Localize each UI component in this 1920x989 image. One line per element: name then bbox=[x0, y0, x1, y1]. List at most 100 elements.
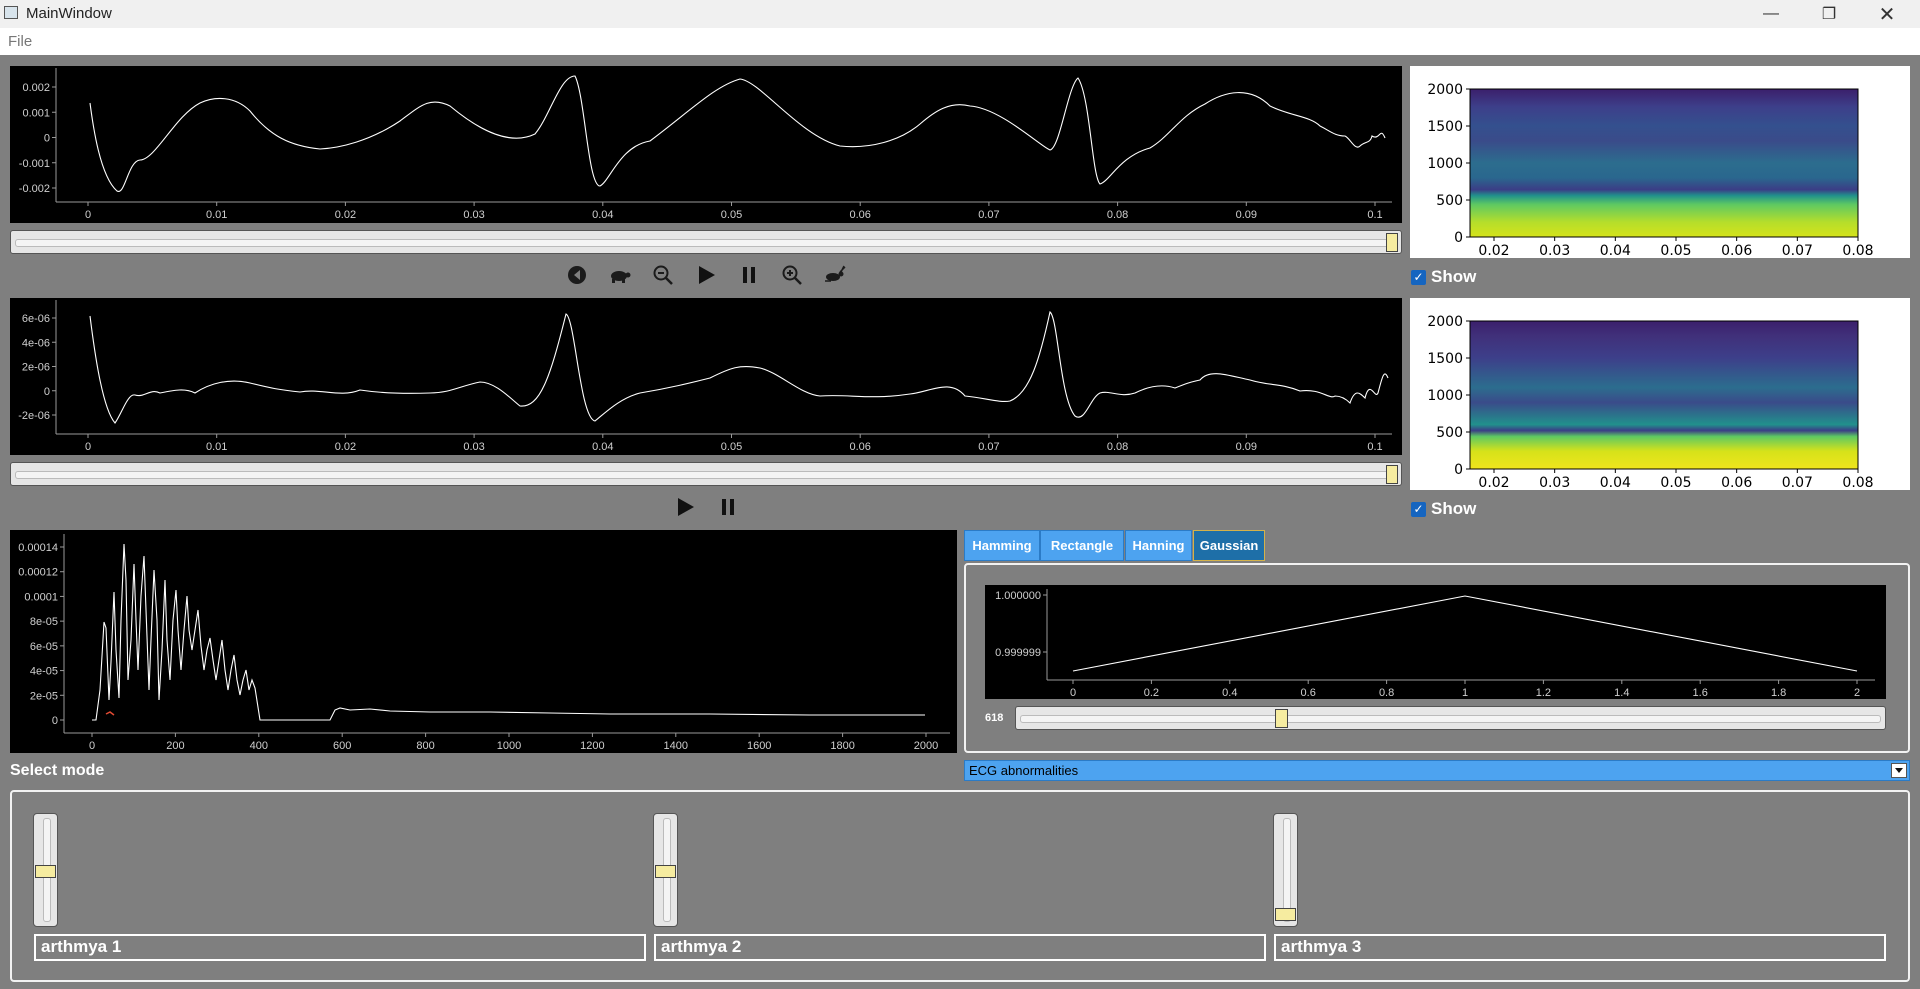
input-signal-trace bbox=[89, 75, 1386, 192]
window-function-trace bbox=[1072, 595, 1858, 672]
x-tick-label: 400 bbox=[250, 740, 268, 752]
y-axis: 0.002 0.001 0 -0.001 -0.002 bbox=[19, 68, 57, 202]
frequency-spectrum-plot[interactable]: 0.00014 0.00012 0.0001 8e-05 6e-05 4e-05 2e-05… bbox=[10, 530, 957, 753]
window-function-svg: 1.000000 0.999999 0 0.2 0.4 0.6 0.8 1 1.2 1.4 1.6… bbox=[995, 589, 1875, 699]
x-tick-label: 0 bbox=[89, 740, 95, 752]
input-signal-plot[interactable]: 0.002 0.001 0 -0.001 -0.002 0 0.01 0.02 0.03 0.0… bbox=[10, 66, 1402, 223]
arrhythmia-1-label: arthmya 1 bbox=[41, 937, 122, 956]
x-tick-label: 1.6 bbox=[1693, 687, 1708, 699]
menu-file[interactable]: File bbox=[8, 33, 32, 50]
x-tick-label: 1000 bbox=[497, 740, 521, 752]
x-tick-label: 0.08 bbox=[1107, 209, 1128, 221]
x-tick-label: 0.07 bbox=[1782, 475, 1813, 490]
x-tick-label: 0.06 bbox=[849, 209, 870, 221]
show-spectrogram-1-label: Show bbox=[1431, 267, 1477, 286]
chevron-down-icon[interactable] bbox=[1891, 763, 1907, 778]
x-tick-label: 0.01 bbox=[206, 209, 227, 221]
y-axis: 6e-06 4e-06 2e-06 0 -2e-06 bbox=[18, 300, 57, 434]
output-time-slider-handle[interactable] bbox=[1386, 465, 1398, 484]
tab-hanning[interactable]: Hanning bbox=[1125, 530, 1192, 561]
x-tick-label: 0.02 bbox=[1478, 475, 1509, 490]
restore-icon[interactable]: ❐ bbox=[1800, 0, 1858, 28]
x-tick-label: 0.08 bbox=[1107, 441, 1128, 453]
x-tick-label: 0.1 bbox=[1367, 441, 1382, 453]
x-tick-label: 0.2 bbox=[1144, 687, 1159, 699]
y-tick-label: 1000 bbox=[1427, 388, 1463, 404]
x-tick-label: 0.03 bbox=[1539, 243, 1570, 258]
arrhythmia-1-slider[interactable] bbox=[33, 813, 58, 927]
std-slider[interactable] bbox=[1015, 706, 1886, 730]
arrhythmia-2-slider[interactable] bbox=[653, 813, 678, 927]
arrhythmia-2-label: arthmya 2 bbox=[661, 937, 742, 956]
y-tick-label: 0.999999 bbox=[995, 647, 1041, 659]
x-tick-label: 0.06 bbox=[1721, 243, 1752, 258]
play-icon[interactable] bbox=[691, 260, 721, 290]
y-tick-label: 0.001 bbox=[22, 107, 50, 119]
x-tick-label: 0.8 bbox=[1379, 687, 1394, 699]
zoom-out-icon[interactable] bbox=[648, 260, 678, 290]
x-tick-label: 1.8 bbox=[1771, 687, 1786, 699]
x-tick-label: 0.07 bbox=[978, 209, 999, 221]
show-spectrogram-2-checkbox[interactable]: ✓ bbox=[1411, 502, 1426, 517]
arrhythmia-3-slider[interactable] bbox=[1273, 813, 1298, 927]
output-signal-plot[interactable]: 6e-06 4e-06 2e-06 0 -2e-06 0 0.01 0.02 0.03 0.04… bbox=[10, 298, 1402, 455]
arrhythmia-2-slider-handle[interactable] bbox=[655, 864, 676, 878]
y-tick-label: 0 bbox=[44, 133, 50, 145]
x-tick-label: 0.05 bbox=[1660, 475, 1691, 490]
y-tick-label: 0.0001 bbox=[24, 591, 58, 603]
arrhythmia-1-slider-handle[interactable] bbox=[35, 864, 56, 878]
x-tick-label: 0.09 bbox=[1236, 209, 1257, 221]
y-tick-label: 0.00012 bbox=[18, 567, 58, 579]
show-spectrogram-1-checkbox[interactable]: ✓ bbox=[1411, 270, 1426, 285]
y-tick-label: 1000 bbox=[1427, 156, 1463, 172]
menu-bar bbox=[0, 28, 1920, 55]
output-spectrogram: 2000 1500 1000 500 0 0.02 0.03 0.04 0.05 0.06 0.07… bbox=[1410, 298, 1910, 491]
y-tick-label: 0 bbox=[44, 386, 50, 398]
y-tick-label: 6e-06 bbox=[22, 313, 50, 325]
arrhythmia-3-slider-handle[interactable] bbox=[1275, 908, 1296, 922]
x-tick-label: 600 bbox=[333, 740, 351, 752]
y-tick-label: 2000 bbox=[1427, 82, 1463, 98]
spectrogram-svg: 2000 1500 1000 500 0 0.02 0.03 0.04 0.05 0.06 0.07… bbox=[1427, 314, 1873, 491]
output-time-slider[interactable] bbox=[10, 462, 1402, 486]
x-tick-label: 800 bbox=[416, 740, 434, 752]
input-time-slider[interactable] bbox=[10, 230, 1402, 254]
y-tick-label: 500 bbox=[1436, 425, 1463, 441]
x-tick-label: 0 bbox=[1070, 687, 1076, 699]
window-function-plot[interactable]: 1.000000 0.999999 0 0.2 0.4 0.6 0.8 1 1.2 1.4 1.6… bbox=[985, 585, 1886, 699]
y-tick-label: -0.001 bbox=[19, 158, 50, 170]
input-time-slider-handle[interactable] bbox=[1386, 233, 1398, 252]
fast-rabbit-icon[interactable] bbox=[820, 260, 850, 290]
x-tick-label: 0.09 bbox=[1236, 441, 1257, 453]
rewind-icon[interactable] bbox=[562, 260, 592, 290]
output-play-icon[interactable] bbox=[670, 492, 700, 522]
x-tick-label: 0.04 bbox=[1600, 243, 1631, 258]
x-tick-label: 0.05 bbox=[721, 209, 742, 221]
x-tick-label: 1800 bbox=[830, 740, 854, 752]
output-pause-icon[interactable] bbox=[713, 492, 743, 522]
x-tick-label: 0.04 bbox=[592, 441, 613, 453]
x-tick-label: 0.05 bbox=[1660, 243, 1691, 258]
tab-hamming[interactable]: Hamming bbox=[964, 530, 1040, 561]
y-tick-label: 0 bbox=[1454, 462, 1463, 478]
tab-rectangle[interactable]: Rectangle bbox=[1040, 530, 1124, 561]
arrhythmia-3-label: arthmya 3 bbox=[1281, 937, 1362, 956]
x-axis: 0 0.01 0.02 0.03 0.04 0.05 0.06 0.07 0.08 0.09 0.1 bbox=[56, 433, 1392, 453]
slow-turtle-icon[interactable] bbox=[605, 260, 635, 290]
std-slider-handle[interactable] bbox=[1275, 709, 1288, 728]
x-tick-label: 200 bbox=[166, 740, 184, 752]
mode-combobox[interactable]: ECG abnormalities bbox=[964, 760, 1910, 781]
x-tick-label: 0.06 bbox=[849, 441, 870, 453]
y-tick-label: 4e-05 bbox=[30, 666, 58, 678]
input-spectrogram: 2000 1500 1000 500 0 0.02 0.03 0.04 0.05 0.06 0.07… bbox=[1410, 66, 1910, 259]
pause-icon[interactable] bbox=[734, 260, 764, 290]
x-tick-label: 0 bbox=[85, 441, 91, 453]
close-icon[interactable]: ✕ bbox=[1858, 0, 1916, 28]
tab-gaussian[interactable]: Gaussian bbox=[1193, 530, 1265, 561]
x-tick-label: 0 bbox=[85, 209, 91, 221]
x-tick-label: 0.01 bbox=[206, 441, 227, 453]
minimize-icon[interactable]: — bbox=[1742, 0, 1800, 28]
x-tick-label: 1200 bbox=[580, 740, 604, 752]
select-mode-label: Select mode bbox=[10, 762, 105, 779]
zoom-in-icon[interactable] bbox=[777, 260, 807, 290]
